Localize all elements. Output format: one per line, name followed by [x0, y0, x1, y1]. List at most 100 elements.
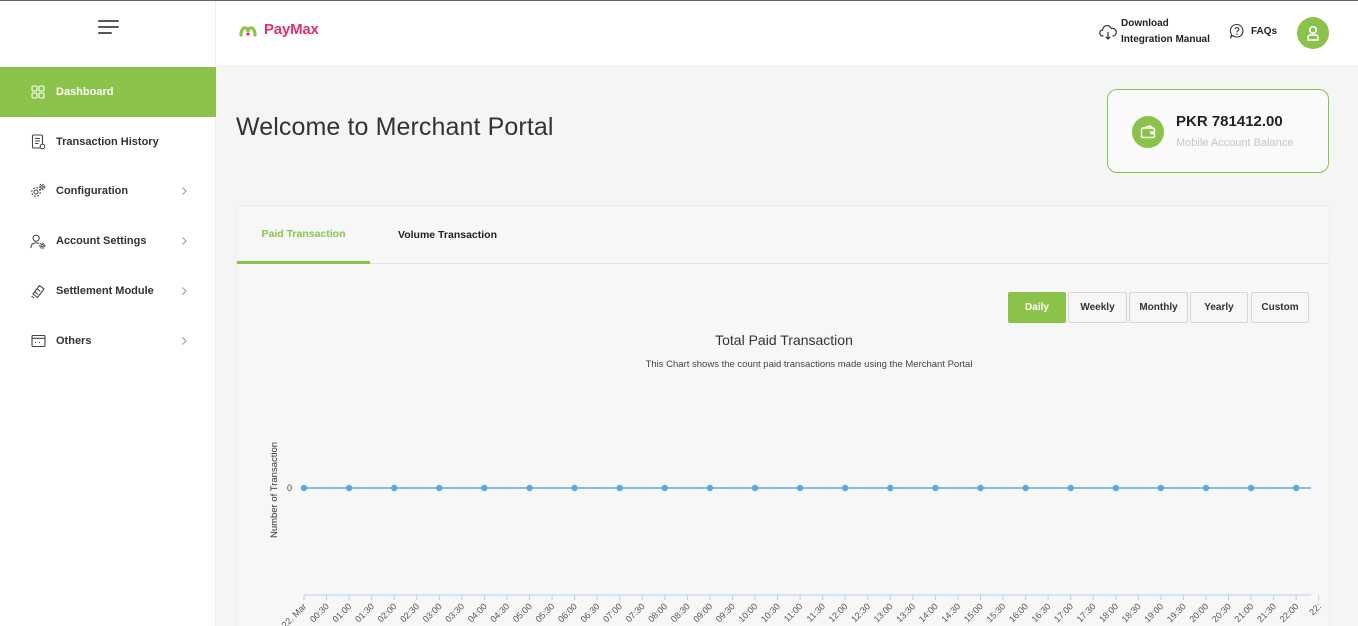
- help-bubble-icon: [1229, 23, 1244, 39]
- x-tick-label: 12:30: [849, 601, 872, 624]
- x-tick-label: 22:00: [1278, 601, 1301, 624]
- x-tick-label: 05:00: [511, 601, 534, 624]
- sidebar-item-account-settings[interactable]: Account Settings: [0, 216, 216, 266]
- hamburger-menu-icon[interactable]: [98, 20, 120, 36]
- x-tick-label: 16:00: [1007, 601, 1030, 624]
- faq-label: FAQs: [1251, 25, 1278, 37]
- data-point: [436, 484, 443, 492]
- sidebar-item-label: Configuration: [56, 185, 129, 198]
- x-tick-label: 13:00: [872, 601, 895, 624]
- x-tick-label: 07:00: [601, 601, 624, 624]
- x-tick-label: 10:30: [759, 601, 782, 624]
- data-point: [706, 484, 714, 492]
- line-chart: 0Number of Transaction22. Mar 00:30 01:00 0…: [269, 442, 1323, 626]
- data-point: [1022, 484, 1029, 492]
- chart-card: Paid Transaction Volume Transaction Dail…: [236, 205, 1330, 626]
- data-point: [1202, 484, 1210, 492]
- data-point: [842, 484, 849, 492]
- x-tick-label: 16:30: [1030, 601, 1053, 624]
- cloud-download-icon: [1099, 25, 1117, 40]
- balance-label: Mobile Account Balance: [1176, 137, 1294, 149]
- x-tick-label: 18:30: [1120, 601, 1143, 624]
- data-point: [1157, 484, 1165, 492]
- x-tick-label: 09:00: [691, 601, 714, 624]
- user-icon: [1307, 25, 1319, 41]
- sidebar-item-settlement-module[interactable]: Settlement Module: [0, 266, 216, 316]
- x-tick-label: 00:30: [308, 601, 331, 624]
- user-avatar[interactable]: [1297, 17, 1329, 49]
- x-tick-label: 09:30: [714, 601, 737, 624]
- download-line2: Integration Manual: [1121, 34, 1210, 45]
- sidebar-item-others[interactable]: Others: [0, 316, 216, 366]
- x-tick-label: 10:00: [736, 601, 759, 624]
- x-tick-label: 01:30: [353, 601, 376, 624]
- data-point: [796, 484, 804, 492]
- x-tick-label: 04:30: [488, 601, 511, 624]
- balance-amount: PKR 781412.00: [1176, 113, 1283, 130]
- x-tick-label: 02:30: [398, 601, 421, 624]
- document-icon: [30, 134, 46, 150]
- paymax-logo[interactable]: PayMax: [238, 21, 319, 38]
- x-tick-label: 14:30: [939, 601, 962, 624]
- sidebar-item-label: Dashboard: [56, 85, 114, 98]
- sidebar-item-label: Settlement Module: [56, 285, 154, 298]
- x-tick-label: 20:30: [1210, 601, 1233, 624]
- x-tick-label: 18:00: [1097, 601, 1120, 624]
- x-tick-label: 12:00: [827, 601, 850, 624]
- download-manual-label: Download Integration Manual: [1121, 16, 1210, 48]
- x-tick-label: 19:00: [1142, 601, 1165, 624]
- chevron-right-icon: [178, 185, 190, 197]
- x-tick-label: 02:00: [376, 601, 399, 624]
- x-tick-label: 06:00: [556, 601, 579, 624]
- x-tick-label: 19:30: [1165, 601, 1188, 624]
- data-point: [932, 484, 939, 492]
- paymax-logo-icon: [239, 25, 257, 37]
- x-tick-label: 11:00: [782, 601, 805, 624]
- x-tick-label: 03:30: [443, 601, 466, 624]
- data-point: [977, 484, 984, 492]
- user-gear-icon: [30, 233, 46, 249]
- sidebar-item-dashboard[interactable]: Dashboard: [0, 67, 216, 117]
- sidebar-item-configuration[interactable]: Configuration: [0, 167, 216, 217]
- data-point: [391, 484, 398, 492]
- gears-icon: [30, 183, 46, 199]
- data-point: [751, 484, 759, 492]
- data-point: [481, 484, 488, 492]
- y-tick-label: 0: [287, 483, 292, 493]
- sidebar-nav: Dashboard Transaction History Configuratio…: [0, 67, 216, 366]
- x-tick-label: 17:00: [1052, 601, 1075, 624]
- x-tick-label: 17:30: [1075, 601, 1098, 624]
- sidebar-item-transaction-history[interactable]: Transaction History: [0, 117, 216, 167]
- faq-link[interactable]: FAQs: [1229, 23, 1277, 39]
- data-point: [571, 484, 578, 492]
- x-tick-label: 06:30: [579, 601, 602, 624]
- x-tick-label: 05:30: [533, 601, 556, 624]
- data-point: [887, 484, 894, 492]
- x-tick-label: 07:30: [624, 601, 647, 624]
- balance-card: PKR 781412.00 Mobile Account Balance: [1107, 89, 1329, 173]
- x-tick-label: 11:30: [805, 601, 828, 624]
- dashboard-grid-icon: [30, 84, 46, 100]
- x-tick-label: 21:30: [1255, 601, 1278, 624]
- chevron-right-icon: [178, 235, 190, 247]
- x-tick-label: 13:30: [894, 601, 917, 624]
- download-line1: Download: [1121, 18, 1169, 29]
- top-header: PayMax Download Integration Manual FAQs: [216, 1, 1358, 65]
- window-icon: [30, 333, 46, 349]
- x-tick-label: 14:00: [917, 601, 940, 624]
- sidebar-item-label: Account Settings: [56, 235, 147, 248]
- window-top-border: [0, 0, 1358, 1]
- x-tick-label: 22:: [1307, 601, 1323, 617]
- x-tick-label: 20:00: [1187, 601, 1210, 624]
- settlement-icon: [30, 283, 46, 299]
- chevron-right-icon: [178, 335, 190, 347]
- data-point: [300, 484, 308, 492]
- x-tick-label: 08:30: [669, 601, 692, 624]
- x-tick-label: 15:00: [962, 601, 985, 624]
- data-point: [1112, 484, 1119, 492]
- download-manual-link[interactable]: Download Integration Manual: [1099, 16, 1210, 48]
- x-tick-label: 04:00: [466, 601, 489, 624]
- data-point: [1293, 484, 1300, 492]
- data-point: [1247, 484, 1255, 492]
- x-tick-label: 15:30: [984, 601, 1007, 624]
